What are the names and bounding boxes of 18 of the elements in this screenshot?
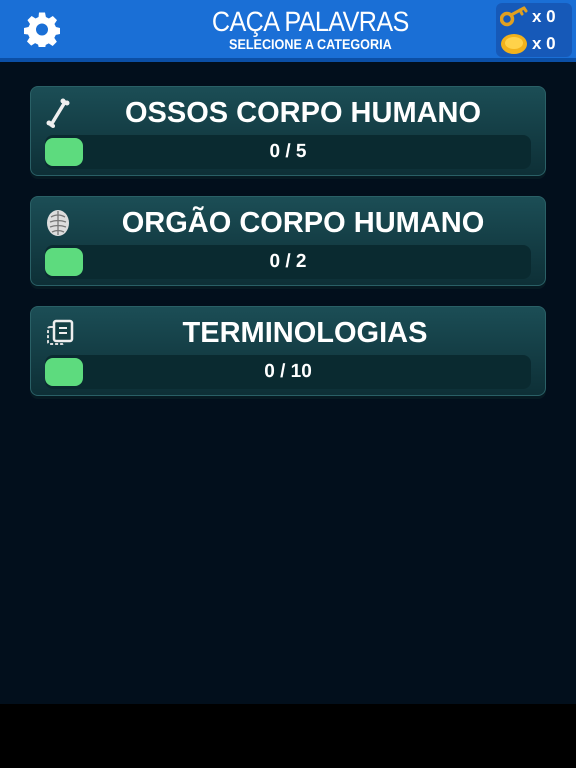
category-card[interactable]: TERMINOLOGIAS 0 / 10 — [30, 306, 546, 396]
bone-icon — [45, 98, 71, 128]
category-name: TERMINOLOGIAS — [182, 318, 428, 348]
subtitle: SELECIONE A CATEGORIA — [228, 36, 392, 50]
cards-icon — [45, 318, 75, 348]
key-icon — [500, 5, 528, 28]
category-name: OSSOS CORPO HUMANO — [124, 98, 482, 128]
category-card[interactable]: OSSOS CORPO HUMANO 0 / 5 — [30, 86, 546, 176]
progress-text: 0 / 5 — [270, 140, 306, 164]
category-name: ORGÃO CORPO HUMANO — [120, 208, 486, 238]
counter-value: x 0 — [532, 33, 556, 55]
app-title: CAÇA PALAVRAS — [212, 8, 408, 36]
progress-text: 0 / 10 — [264, 360, 312, 384]
brain-icon — [45, 208, 71, 238]
coin-icon — [500, 32, 528, 55]
progress-text: 0 / 2 — [270, 250, 306, 274]
counter-value: x 0 — [532, 6, 556, 28]
category-card[interactable]: ORGÃO CORPO HUMANO 0 / 2 — [30, 196, 546, 286]
